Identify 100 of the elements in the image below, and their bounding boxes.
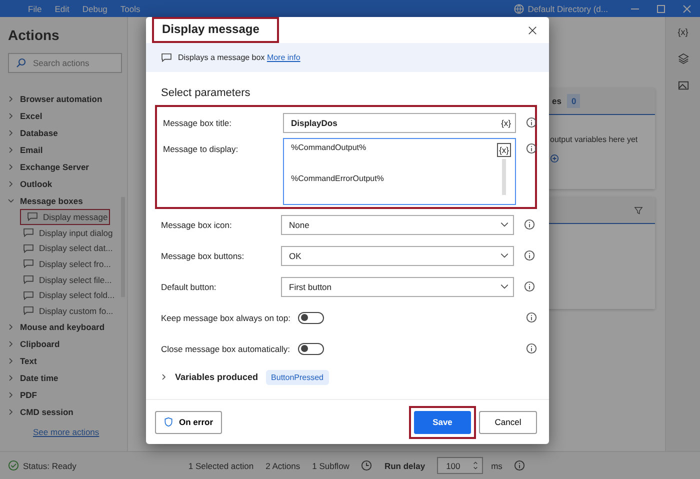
check-icon xyxy=(8,460,19,471)
add-icon[interactable] xyxy=(550,154,559,163)
action-item[interactable]: Display select fro... xyxy=(8,256,126,272)
menu-item[interactable]: Tools xyxy=(120,4,140,14)
unit-label: ms xyxy=(491,460,502,470)
dropdown[interactable]: First button xyxy=(281,276,514,296)
action-item[interactable]: Display input dialog xyxy=(8,224,126,240)
subflow-count: 1 Subflow xyxy=(312,460,350,470)
variable-chip[interactable]: ButtonPressed xyxy=(266,370,329,384)
layers-icon[interactable] xyxy=(678,53,688,64)
chevron-icon[interactable] xyxy=(161,374,167,380)
action-item[interactable]: Display select dat... xyxy=(8,240,126,256)
variables-label: Variables produced xyxy=(175,372,258,382)
action-group[interactable]: Database xyxy=(8,124,127,141)
info-icon[interactable] xyxy=(514,460,526,471)
message-icon xyxy=(23,259,34,268)
chevron-icon xyxy=(500,222,509,227)
actions-count: 2 Actions xyxy=(266,460,300,470)
message-icon xyxy=(23,275,34,284)
action-group[interactable]: Clipboard xyxy=(8,336,127,353)
chevron-icon xyxy=(8,392,14,398)
close-icon[interactable] xyxy=(528,26,537,34)
action-group[interactable]: Text xyxy=(8,352,127,370)
action-group[interactable]: Date time xyxy=(8,370,127,387)
search-field[interactable]: Search actions xyxy=(8,53,122,73)
chevron-icon xyxy=(8,180,14,186)
action-group[interactable]: Message boxes xyxy=(8,192,127,209)
chevron-icon xyxy=(8,341,14,348)
image-icon[interactable] xyxy=(678,80,688,91)
action-item[interactable]: Display select fold... xyxy=(8,287,126,304)
action-item[interactable]: Display custom fo... xyxy=(8,303,126,319)
see-more-link[interactable]: See more actions xyxy=(33,426,100,437)
run-delay-label: Run delay xyxy=(384,460,426,470)
variable-button[interactable]: {x} xyxy=(501,118,511,128)
chevron-icon xyxy=(8,198,14,204)
cancel-button[interactable]: Cancel xyxy=(479,410,537,434)
clock-icon xyxy=(361,460,372,471)
info-icon[interactable] xyxy=(526,143,537,154)
save-button[interactable]: Save xyxy=(414,410,471,434)
account-name[interactable]: Default Directory (d... xyxy=(528,4,608,14)
description: Displays a message box More info xyxy=(178,53,300,62)
dropdown[interactable]: None xyxy=(281,214,514,234)
menu-item[interactable]: File xyxy=(28,4,42,14)
action-group[interactable]: CMD session xyxy=(8,404,127,421)
action-group[interactable]: Browser automation xyxy=(8,90,127,107)
status-text: Status: Ready xyxy=(23,460,76,470)
filter-icon[interactable] xyxy=(634,206,643,214)
action-group[interactable]: Email xyxy=(8,141,127,158)
chevron-icon xyxy=(500,253,509,258)
chevron-icon xyxy=(8,358,14,364)
dropdown[interactable]: OK xyxy=(281,246,514,266)
message-icon xyxy=(23,306,34,316)
shield-icon xyxy=(164,417,173,427)
variable-button[interactable]: {x} xyxy=(497,143,511,157)
action-group[interactable]: PDF xyxy=(8,386,127,404)
menu-item[interactable]: Debug xyxy=(82,4,108,14)
action-group[interactable]: Mouse and keyboard xyxy=(8,318,127,336)
selection-count: 1 Selected action xyxy=(188,460,254,470)
run-delay-value[interactable]: 100 xyxy=(446,460,460,470)
field-label: Default button: xyxy=(160,282,218,292)
chevron-icon xyxy=(8,324,14,330)
info-icon[interactable] xyxy=(526,343,537,354)
text-field[interactable]: DisplayDos {x} xyxy=(283,112,516,132)
action-group[interactable]: Outlook xyxy=(8,175,127,192)
panel-heading: es xyxy=(552,96,562,106)
chevron-icon xyxy=(8,146,14,152)
field-label: Close message box automatically: xyxy=(160,344,290,354)
spinner-icon[interactable] xyxy=(473,460,478,471)
panel-title: Actions xyxy=(8,27,60,43)
action-item[interactable]: Display select file... xyxy=(8,272,126,288)
message-icon xyxy=(23,244,34,253)
more-info-link[interactable]: More info xyxy=(266,53,300,62)
action-group[interactable]: Excel xyxy=(8,107,127,124)
chevron-icon xyxy=(8,375,14,382)
empty-message: output variables here yet xyxy=(550,135,639,144)
info-icon[interactable] xyxy=(524,219,535,230)
scrollbar[interactable] xyxy=(502,159,506,195)
message-field[interactable]: %CommandOutput% %CommandErrorOutput% {x} xyxy=(283,138,516,205)
field-label: Message box icon: xyxy=(160,220,233,230)
toggle-switch[interactable] xyxy=(298,342,324,354)
message-icon xyxy=(23,290,34,300)
message-icon xyxy=(27,212,38,222)
info-icon[interactable] xyxy=(524,250,535,261)
maximize-icon[interactable] xyxy=(656,4,666,14)
message-icon xyxy=(23,228,34,238)
chevron-icon xyxy=(8,164,14,170)
action-group[interactable]: Exchange Server xyxy=(8,158,127,175)
globe-icon xyxy=(514,4,524,14)
info-icon[interactable] xyxy=(526,312,537,323)
info-icon[interactable] xyxy=(526,117,537,128)
chevron-icon xyxy=(8,130,14,136)
info-icon[interactable] xyxy=(524,281,535,292)
chevron-icon xyxy=(500,284,509,289)
on-error-button[interactable]: On error xyxy=(155,410,222,434)
action-item[interactable]: Display message xyxy=(20,209,110,225)
field-label: Message box buttons: xyxy=(160,250,246,260)
menu-item[interactable]: Edit xyxy=(54,4,70,14)
toggle-switch[interactable] xyxy=(298,312,324,324)
chevron-icon xyxy=(8,112,14,118)
variables-tab[interactable]: {x} xyxy=(678,27,688,37)
